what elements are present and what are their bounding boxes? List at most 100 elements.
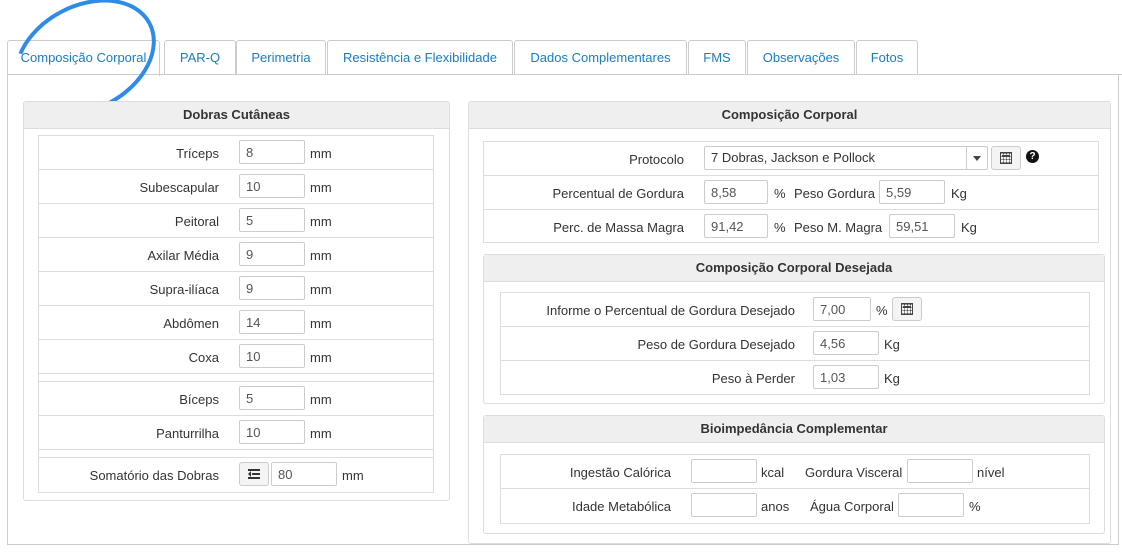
protocol-row: Protocolo 7 Dobras, Jackson e Pollock ? [484, 142, 1098, 176]
skinfold-row: Axilar Média mm [39, 238, 433, 272]
tab-fotos[interactable]: Fotos [856, 40, 918, 75]
desired-panel: Composição Corporal Desejada Informe o P… [483, 254, 1105, 404]
pct-unit: % [876, 303, 888, 318]
calculator-icon [901, 303, 913, 315]
help-icon[interactable]: ? [1026, 150, 1039, 163]
sum-button[interactable] [239, 462, 269, 486]
abdomen-input[interactable] [239, 310, 305, 334]
mm-unit: mm [310, 180, 332, 195]
skinfold-label: Tríceps [176, 146, 219, 161]
calculator-button[interactable] [991, 146, 1021, 170]
skinfold-label: Supra-ilíaca [149, 282, 219, 297]
water-label: Água Corporal [810, 499, 894, 514]
tab-perimetria[interactable]: Perimetria [236, 40, 326, 75]
skinfold-row: Supra-ilíaca mm [39, 272, 433, 306]
desired-title: Composição Corporal Desejada [484, 255, 1104, 282]
tab-bar: Composição Corporal PAR-Q Perimetria Res… [0, 40, 1122, 76]
lean-pct-input[interactable] [704, 214, 768, 238]
desired-pct-label: Informe o Percentual de Gordura Desejado [546, 303, 795, 318]
supra-iliaca-input[interactable] [239, 276, 305, 300]
bio-row: Ingestão Calórica kcal Gordura Visceral … [501, 455, 1089, 489]
fat-pct-input[interactable] [704, 180, 768, 204]
tab-fms[interactable]: FMS [688, 40, 746, 75]
skinfold-spacer [39, 374, 433, 382]
age-label: Idade Metabólica [571, 499, 671, 514]
kcal-unit: kcal [761, 465, 785, 480]
protocol-label: Protocolo [629, 152, 684, 167]
skinfold-row: Subescapular mm [39, 170, 433, 204]
visceral-input[interactable] [907, 459, 973, 483]
skinfold-row: Panturrilha mm [39, 416, 433, 450]
mm-unit: mm [310, 214, 332, 229]
skinfold-row: Bíceps mm [39, 382, 433, 416]
protocol-select[interactable]: 7 Dobras, Jackson e Pollock [704, 146, 988, 170]
lean-weight-input[interactable] [889, 214, 955, 238]
skinfold-row: Peitoral mm [39, 204, 433, 238]
protocol-selected: 7 Dobras, Jackson e Pollock [711, 150, 876, 165]
desired-pct-input[interactable] [813, 297, 871, 321]
desired-pct-row: Informe o Percentual de Gordura Desejado… [501, 293, 1089, 327]
caloric-input[interactable] [691, 459, 757, 483]
peitoral-input[interactable] [239, 208, 305, 232]
pct-unit: % [969, 499, 981, 514]
bio-row: Idade Metabólica anos Água Corporal % [501, 489, 1089, 523]
desired-fat-label: Peso de Gordura Desejado [637, 337, 795, 352]
outdent-icon [248, 469, 260, 479]
desired-lose-row: Peso à Perder Kg [501, 361, 1089, 395]
subescapular-input[interactable] [239, 174, 305, 198]
skinfolds-table: Tríceps mm Subescapular mm Peitoral mm A… [38, 135, 434, 493]
skinfold-label: Peitoral [174, 214, 219, 229]
anos-unit: anos [761, 499, 790, 514]
skinfold-row: Tríceps mm [39, 136, 433, 170]
triceps-input[interactable] [239, 140, 305, 164]
skinfolds-panel: Dobras Cutâneas Tríceps mm Subescapular … [23, 101, 450, 501]
nivel-unit: nível [977, 465, 1005, 480]
skinfolds-title: Dobras Cutâneas [24, 102, 449, 129]
skinfold-row: Coxa mm [39, 340, 433, 374]
chevron-down-icon [966, 147, 987, 169]
biceps-input[interactable] [239, 386, 305, 410]
pct-unit: % [774, 220, 786, 235]
caloric-label: Ingestão Calórica [569, 465, 671, 480]
axilar-media-input[interactable] [239, 242, 305, 266]
desired-lose-label: Peso à Perder [711, 371, 795, 386]
desired-fat-row: Peso de Gordura Desejado Kg [501, 327, 1089, 361]
age-input[interactable] [691, 493, 757, 517]
lean-weight-label: Peso M. Magra [794, 220, 883, 235]
bio-panel: Bioimpedância Complementar Ingestão Caló… [483, 415, 1105, 534]
skinfold-label: Subescapular [139, 180, 220, 195]
mm-unit: mm [342, 468, 364, 483]
visceral-label: Gordura Visceral [805, 465, 903, 480]
tab-resistencia-flexibilidade[interactable]: Resistência e Flexibilidade [327, 40, 513, 75]
skinfold-label: Coxa [188, 350, 219, 365]
skinfold-label: Panturrilha [156, 426, 219, 441]
fat-row: Percentual de Gordura % Peso Gordura Kg [484, 176, 1098, 210]
composition-title: Composição Corporal [469, 102, 1110, 129]
fat-weight-label: Peso Gordura [794, 186, 875, 201]
composition-table: Protocolo 7 Dobras, Jackson e Pollock ? … [483, 141, 1099, 243]
skinfold-label: Bíceps [179, 392, 219, 407]
kg-unit: Kg [951, 186, 967, 201]
desired-calculator-button[interactable] [892, 297, 922, 321]
tab-par-q[interactable]: PAR-Q [164, 40, 236, 75]
water-input[interactable] [898, 493, 964, 517]
tab-composicao-corporal[interactable]: Composição Corporal [7, 40, 160, 76]
tab-observacoes[interactable]: Observações [747, 40, 855, 75]
desired-fat-input[interactable] [813, 331, 879, 355]
bio-title: Bioimpedância Complementar [484, 416, 1104, 443]
lean-row: Perc. de Massa Magra % Peso M. Magra Kg [484, 210, 1098, 244]
mm-unit: mm [310, 350, 332, 365]
fat-weight-input[interactable] [879, 180, 945, 204]
skinfold-row: Abdômen mm [39, 306, 433, 340]
mm-unit: mm [310, 248, 332, 263]
kg-unit: Kg [884, 371, 900, 386]
skinfold-sum-row: Somatório das Dobras mm [39, 458, 433, 492]
desired-lose-input[interactable] [813, 365, 879, 389]
pct-unit: % [774, 186, 786, 201]
coxa-input[interactable] [239, 344, 305, 368]
mm-unit: mm [310, 282, 332, 297]
tab-dados-complementares[interactable]: Dados Complementares [514, 40, 687, 75]
panturrilha-input[interactable] [239, 420, 305, 444]
lean-pct-label: Perc. de Massa Magra [553, 220, 684, 235]
sum-input[interactable] [271, 462, 337, 486]
